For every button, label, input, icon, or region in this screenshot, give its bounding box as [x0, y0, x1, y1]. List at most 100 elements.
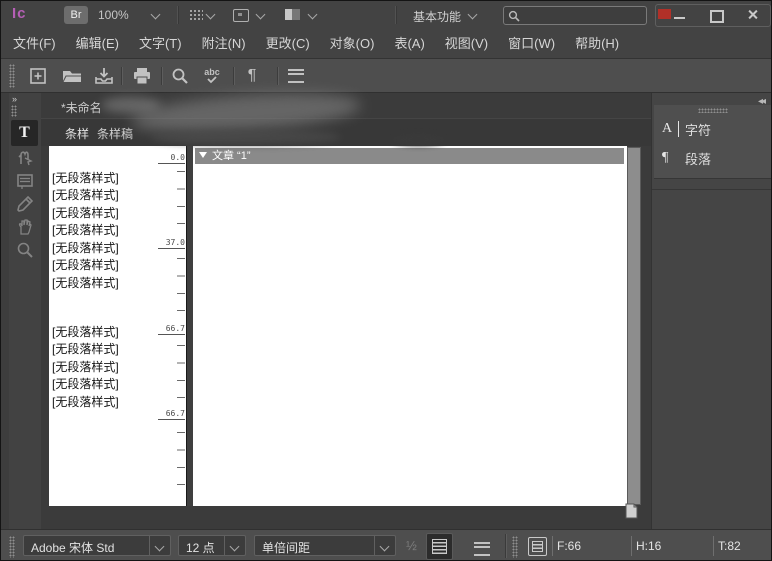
copyfit-progress-button[interactable] — [528, 537, 547, 556]
layout-view-page-icon[interactable] — [623, 503, 640, 519]
leading-select[interactable]: 单倍间距 — [254, 535, 396, 556]
dock-divider — [652, 189, 772, 190]
position-tool[interactable] — [16, 148, 34, 166]
menu-view[interactable]: 视图(V) — [435, 29, 498, 58]
font-family-chevron[interactable] — [149, 536, 170, 555]
workspace-switcher[interactable]: 基本功能 — [413, 8, 461, 25]
toolbar-separator — [161, 67, 163, 85]
hamburger-icon — [288, 69, 304, 83]
story-header-bar[interactable]: 文章 “1” — [195, 148, 624, 164]
save-button[interactable] — [91, 63, 117, 89]
type-tool[interactable]: T — [11, 120, 38, 146]
paragraph-style-row[interactable]: [无段落样式] — [52, 323, 172, 340]
menu-table[interactable]: 表(A) — [384, 29, 434, 58]
app-toolbar: abc ¶ — [1, 59, 771, 93]
menu-window[interactable]: 窗口(W) — [498, 29, 565, 58]
titlebar-separator — [395, 6, 397, 24]
tab-galley-proof[interactable]: 条样稿 — [97, 125, 133, 142]
story-editor[interactable]: 文章 “1” — [193, 146, 627, 506]
view-options-icon[interactable] — [189, 9, 203, 20]
tab-galley[interactable]: 条样 — [65, 125, 89, 142]
paragraph-panel-icon: ¶ — [662, 150, 679, 166]
fit-separator — [631, 536, 632, 556]
title-bar: Ic Br 100% 基本功能 — [1, 1, 771, 29]
font-size-select[interactable]: 12 点 — [178, 535, 246, 556]
panel-item-paragraph[interactable]: ¶ 段落 — [662, 147, 711, 169]
frame-edges-chevron-icon[interactable] — [256, 10, 266, 20]
paragraph-style-row[interactable]: [无段落样式] — [52, 221, 172, 238]
open-folder-button[interactable] — [59, 63, 85, 89]
statusbar-menu-icon[interactable] — [474, 542, 490, 556]
document-area: *未命名 条样 条样稿 [无段落样式] [无段落样式] [无段落样式] [无段落… — [41, 93, 651, 529]
paragraph-panel-label: 段落 — [685, 149, 711, 168]
bridge-button[interactable]: Br — [64, 6, 88, 24]
font-size-chevron[interactable] — [224, 536, 245, 555]
menu-help[interactable]: 帮助(H) — [565, 29, 629, 58]
menu-edit[interactable]: 编辑(E) — [66, 29, 129, 58]
hand-icon — [16, 218, 34, 236]
info-list-icon — [432, 539, 447, 554]
view-options-chevron-icon[interactable] — [206, 10, 216, 20]
line-number-icon[interactable]: ½ — [406, 538, 417, 553]
font-family-value: Adobe 宋体 Std — [31, 539, 114, 556]
zoom-level-value[interactable]: 100% — [98, 8, 129, 22]
frame-edges-icon[interactable] — [233, 9, 249, 22]
search-box[interactable] — [503, 6, 647, 25]
paragraph-style-row[interactable]: [无段落样式] — [52, 239, 172, 256]
minimize-button[interactable] — [662, 5, 696, 24]
fit-separator — [713, 536, 714, 556]
leading-chevron[interactable] — [374, 536, 395, 555]
search-button[interactable] — [167, 63, 193, 89]
note-tool[interactable] — [16, 172, 34, 190]
vertical-scrollbar[interactable] — [627, 147, 641, 505]
collapse-triangle-icon[interactable] — [199, 152, 207, 158]
panel-drag-handle[interactable] — [698, 108, 728, 113]
window-controls — [655, 4, 771, 27]
hidden-characters-button[interactable]: ¶ — [239, 63, 265, 89]
paragraph-style-row[interactable]: [无段落样式] — [52, 274, 172, 291]
spell-check-button[interactable]: abc — [199, 63, 225, 89]
paragraph-style-row[interactable]: [无段落样式] — [52, 340, 172, 357]
statusbar-separator — [505, 534, 507, 558]
paragraph-style-row[interactable]: [无段落样式] — [52, 169, 172, 186]
hand-tool[interactable] — [16, 218, 34, 236]
paragraph-style-row[interactable]: [无段落样式] — [52, 256, 172, 273]
paragraph-style-row[interactable]: [无段落样式] — [52, 204, 172, 221]
paragraph-style-row[interactable]: [无段落样式] — [52, 186, 172, 203]
zoom-icon — [16, 241, 34, 259]
toolbar-drag-handle[interactable] — [9, 64, 15, 88]
menu-notes[interactable]: 附注(N) — [192, 29, 256, 58]
toolbar-menu-button[interactable] — [283, 63, 309, 89]
expand-panel-icon[interactable]: » — [12, 94, 16, 104]
menu-bar: 文件(F) 编辑(E) 文字(T) 附注(N) 更改(C) 对象(O) 表(A)… — [1, 29, 771, 59]
workspace-chevron-icon[interactable] — [468, 10, 478, 20]
new-document-button[interactable] — [25, 63, 51, 89]
zoom-chevron-icon[interactable] — [151, 10, 161, 20]
paragraph-style-row[interactable]: [无段落样式] — [52, 393, 172, 410]
font-family-select[interactable]: Adobe 宋体 Std — [23, 535, 171, 556]
zoom-tool[interactable] — [16, 241, 34, 259]
copyfit-drag-handle[interactable] — [512, 536, 518, 558]
magnifier-icon — [171, 67, 189, 85]
search-input[interactable] — [520, 9, 632, 23]
paragraph-style-row[interactable]: [无段落样式] — [52, 358, 172, 375]
menu-object[interactable]: 对象(O) — [320, 29, 385, 58]
screen-mode-icon[interactable] — [285, 9, 300, 20]
screen-mode-chevron-icon[interactable] — [308, 10, 318, 20]
character-panel-icon: A — [662, 121, 679, 137]
document-tab[interactable]: *未命名 — [61, 99, 102, 116]
character-panel-label: 字符 — [685, 120, 711, 139]
tools-drag-handle[interactable] — [11, 105, 17, 117]
paragraph-style-row[interactable]: [无段落样式] — [52, 375, 172, 392]
statusbar-drag-handle[interactable] — [9, 536, 15, 558]
panel-item-character[interactable]: A 字符 — [662, 118, 711, 140]
maximize-button[interactable] — [698, 5, 732, 24]
menu-type[interactable]: 文字(T) — [129, 29, 192, 58]
menu-file[interactable]: 文件(F) — [3, 29, 66, 58]
print-button[interactable] — [129, 63, 155, 89]
menu-changes[interactable]: 更改(C) — [256, 29, 320, 58]
depth-ruler-mark: 0.0 — [158, 153, 185, 164]
close-button[interactable] — [734, 5, 768, 24]
eyedropper-tool[interactable] — [16, 195, 34, 213]
copyfit-info-toggle[interactable] — [426, 533, 453, 560]
